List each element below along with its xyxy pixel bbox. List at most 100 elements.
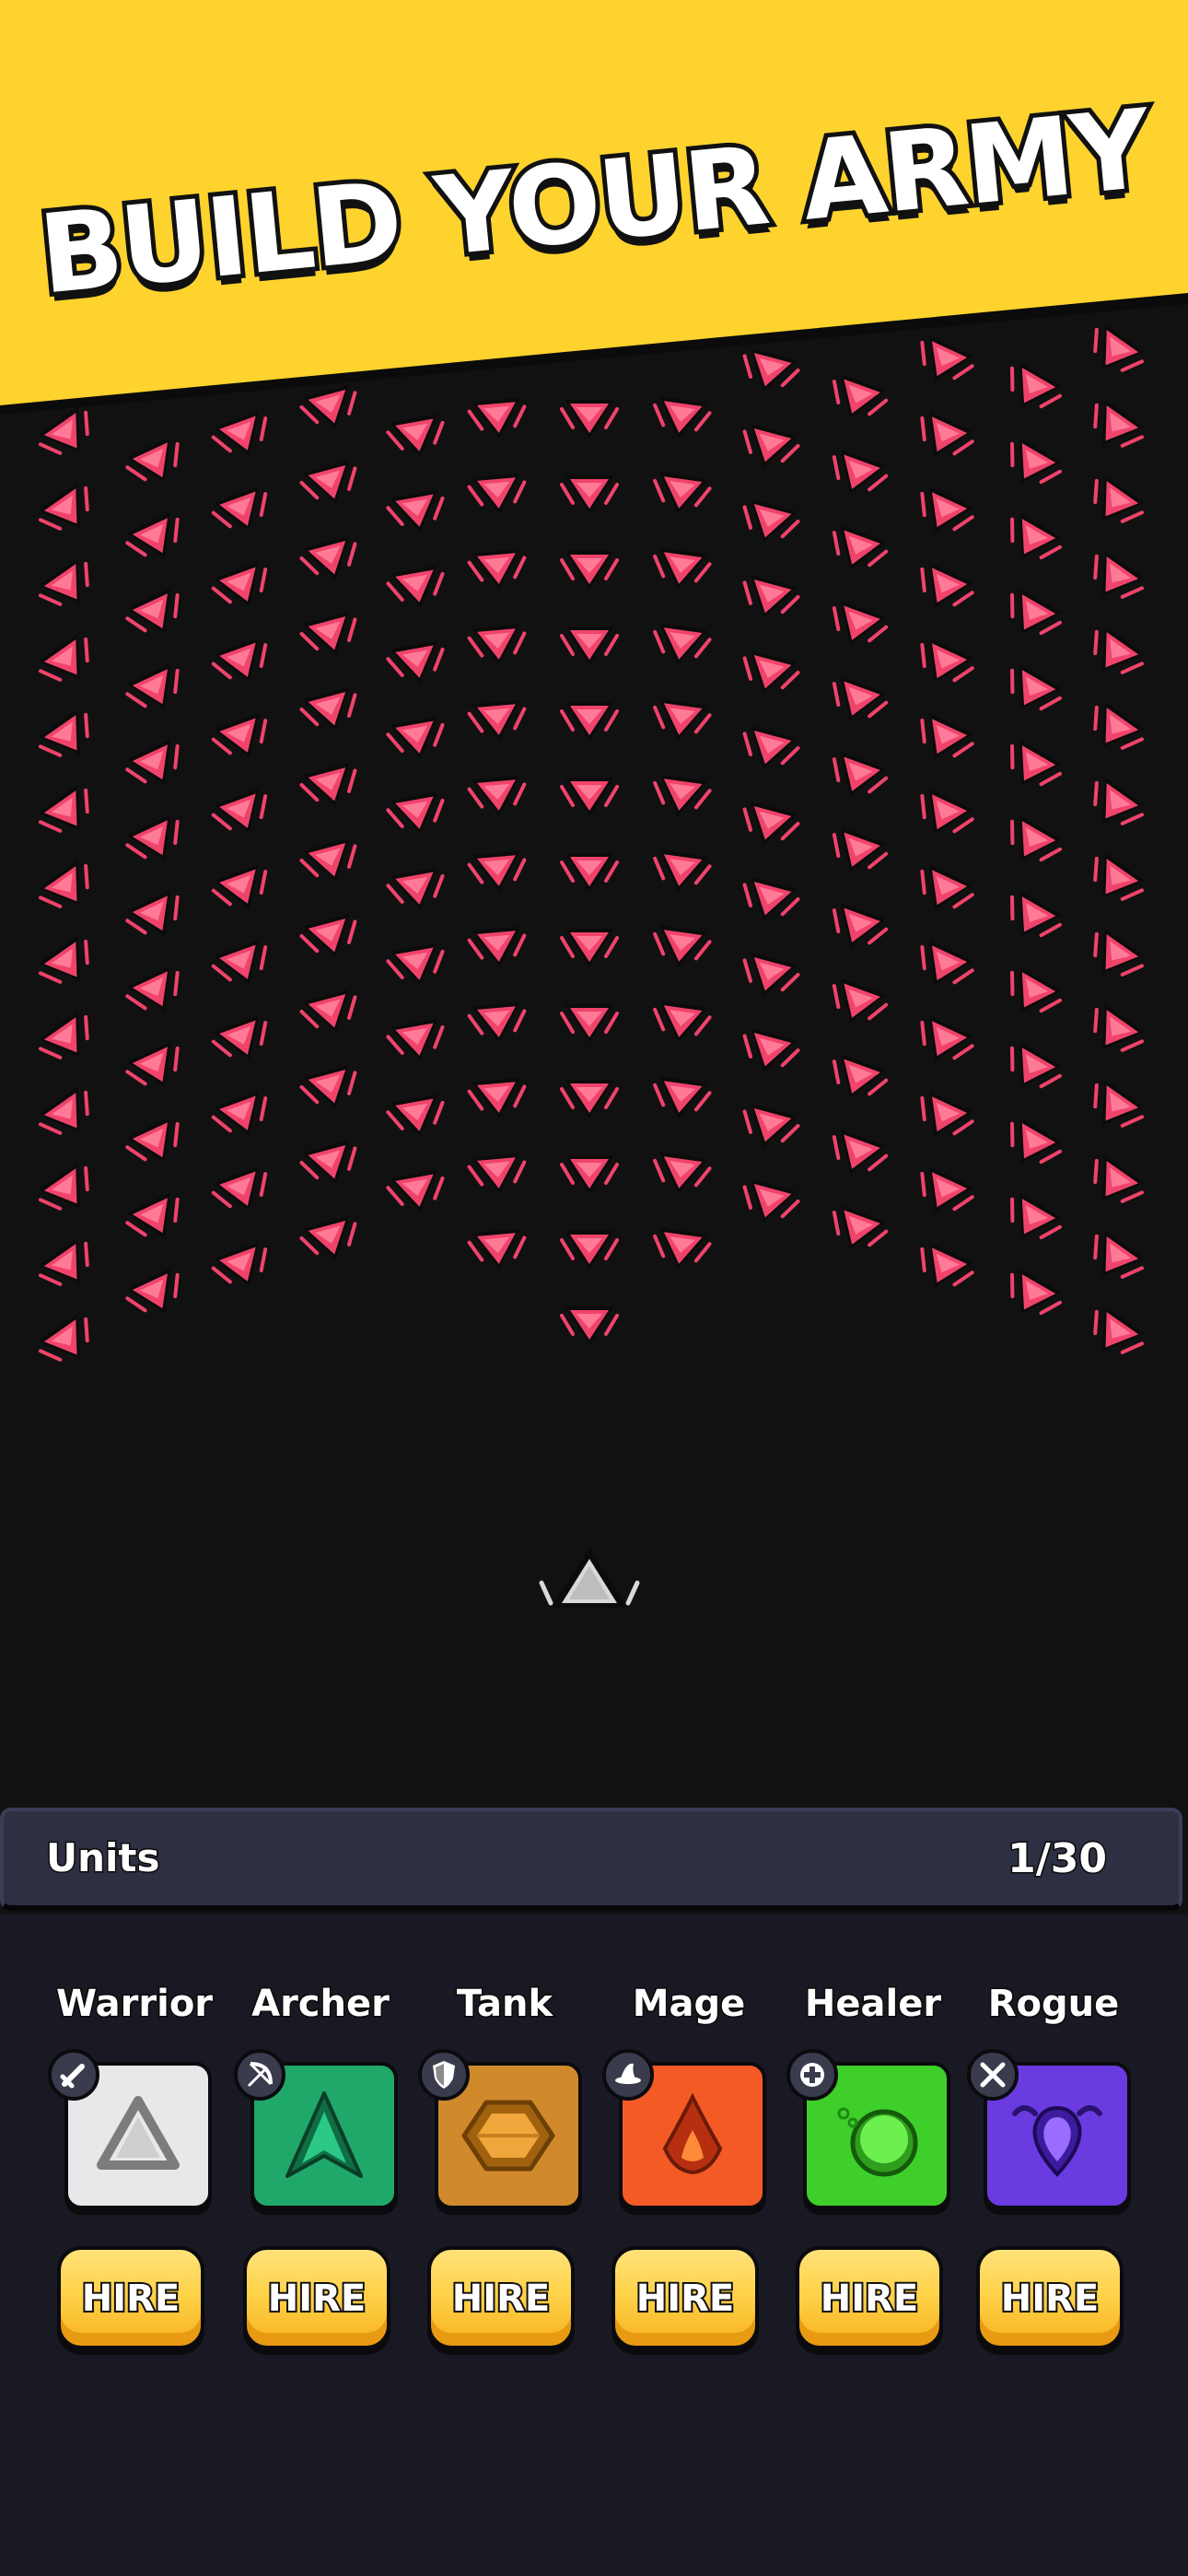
enemy-unit bbox=[1010, 966, 1062, 1013]
enemy-unit bbox=[38, 860, 89, 908]
enemy-unit bbox=[125, 739, 180, 785]
enemy-unit bbox=[1010, 1269, 1062, 1316]
units-label: Units bbox=[44, 1834, 160, 1882]
enemy-unit bbox=[1010, 513, 1062, 560]
enemy-unit bbox=[920, 1242, 974, 1288]
hire-label: HIRE bbox=[819, 2276, 920, 2322]
enemy-unit bbox=[920, 864, 974, 910]
enemy-unit bbox=[832, 601, 889, 646]
enemy-unit bbox=[742, 423, 800, 468]
enemy-unit bbox=[299, 1140, 357, 1185]
wizard-hat-icon bbox=[602, 2049, 654, 2101]
enemy-unit bbox=[1010, 740, 1062, 787]
enemy-unit bbox=[467, 473, 527, 514]
heal-plus-icon bbox=[786, 2049, 838, 2101]
enemy-unit bbox=[920, 486, 974, 533]
enemy-unit bbox=[560, 853, 619, 892]
enemy-unit bbox=[1010, 1042, 1062, 1089]
hire-button-rogue[interactable]: HIRE bbox=[976, 2246, 1124, 2349]
hire-button-mage[interactable]: HIRE bbox=[611, 2246, 759, 2349]
enemy-unit bbox=[832, 827, 889, 872]
enemy-unit bbox=[560, 1080, 619, 1118]
enemy-unit bbox=[920, 1015, 974, 1061]
enemy-unit bbox=[299, 1215, 357, 1260]
hire-label: HIRE bbox=[266, 2276, 367, 2322]
enemy-unit bbox=[1093, 474, 1145, 523]
enemy-unit bbox=[832, 1130, 889, 1175]
enemy-unit bbox=[299, 535, 357, 580]
enemy-unit bbox=[1010, 815, 1062, 862]
enemy-unit bbox=[742, 801, 800, 846]
hire-button-warrior[interactable]: HIRE bbox=[57, 2246, 204, 2349]
enemy-unit bbox=[653, 1076, 712, 1118]
enemy-unit bbox=[211, 486, 268, 532]
enemy-unit bbox=[1093, 852, 1145, 901]
enemy-unit bbox=[653, 1152, 712, 1194]
enemy-unit bbox=[1093, 1230, 1145, 1279]
enemy-unit bbox=[386, 867, 445, 910]
enemy-unit bbox=[560, 1004, 619, 1043]
enemy-unit bbox=[920, 713, 974, 759]
game-screen: BUILD YOUR ARMY Units 1/30 Warrior HIRE … bbox=[0, 0, 1188, 2576]
enemy-unit bbox=[386, 565, 445, 608]
crossed-daggers-icon bbox=[967, 2049, 1019, 2101]
enemy-unit bbox=[467, 1153, 527, 1194]
enemy-unit bbox=[467, 624, 527, 665]
enemy-unit bbox=[1093, 777, 1145, 825]
enemy-unit bbox=[38, 482, 89, 531]
enemy-unit bbox=[299, 611, 357, 656]
enemy-unit bbox=[920, 1166, 974, 1212]
shield-icon bbox=[418, 2049, 470, 2101]
unit-name-rogue: Rogue bbox=[986, 1982, 1121, 2027]
hire-button-tank[interactable]: HIRE bbox=[427, 2246, 575, 2349]
enemy-unit bbox=[920, 789, 974, 835]
enemy-unit bbox=[653, 547, 712, 590]
enemy-unit bbox=[125, 588, 180, 634]
enemy-unit bbox=[832, 752, 889, 797]
enemy-unit bbox=[742, 952, 800, 997]
enemy-unit bbox=[211, 562, 268, 607]
enemy-unit bbox=[832, 903, 889, 948]
enemy-unit bbox=[299, 837, 357, 883]
enemy-unit bbox=[386, 1094, 445, 1137]
enemy-unit bbox=[299, 686, 357, 732]
enemy-unit bbox=[125, 814, 180, 861]
enemy-unit bbox=[832, 978, 889, 1024]
enemy-unit bbox=[467, 1077, 527, 1118]
enemy-unit bbox=[832, 525, 889, 570]
unit-name-mage: Mage bbox=[631, 1982, 747, 2027]
enemy-unit bbox=[467, 1001, 527, 1043]
enemy-unit bbox=[386, 716, 445, 759]
enemy-unit bbox=[467, 548, 527, 590]
enemy-unit bbox=[653, 774, 712, 816]
enemy-unit bbox=[299, 762, 357, 807]
enemy-unit bbox=[386, 791, 445, 835]
enemy-unit bbox=[386, 489, 445, 533]
enemy-unit bbox=[653, 623, 712, 665]
enemy-unit bbox=[125, 966, 180, 1012]
enemy-unit bbox=[560, 929, 619, 967]
enemy-unit bbox=[211, 1091, 268, 1136]
enemy-unit bbox=[653, 1227, 712, 1270]
hire-button-healer[interactable]: HIRE bbox=[796, 2246, 943, 2349]
unit-name-healer: Healer bbox=[803, 1982, 942, 2027]
enemy-unit bbox=[1010, 664, 1062, 711]
enemy-unit bbox=[38, 935, 89, 984]
hire-button-archer[interactable]: HIRE bbox=[243, 2246, 390, 2349]
unit-name-warrior: Warrior bbox=[54, 1982, 214, 2027]
enemy-unit bbox=[1093, 1003, 1145, 1052]
enemy-unit bbox=[560, 475, 619, 514]
enemy-unit bbox=[920, 638, 974, 684]
enemy-unit bbox=[653, 698, 712, 741]
enemy-unit bbox=[38, 1011, 89, 1060]
player-warrior-unit bbox=[539, 1548, 640, 1608]
enemy-unit bbox=[1093, 1079, 1145, 1128]
enemy-unit bbox=[742, 574, 800, 619]
enemy-unit bbox=[211, 940, 268, 985]
enemy-unit bbox=[38, 1237, 89, 1286]
enemy-unit bbox=[1093, 701, 1145, 750]
enemy-unit bbox=[125, 437, 180, 483]
enemy-unit bbox=[299, 460, 357, 505]
enemy-unit bbox=[653, 849, 712, 892]
enemy-unit bbox=[38, 1086, 89, 1135]
